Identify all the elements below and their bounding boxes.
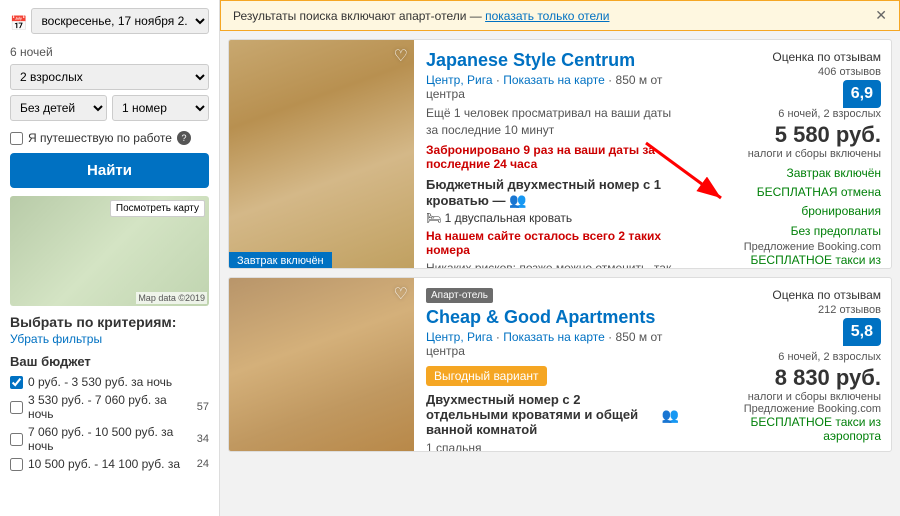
children-select[interactable]: Без детей (10, 95, 107, 121)
hotel-image-2: ♡ (229, 278, 414, 452)
room-type-1: Бюджетный двухместный номер с 1 кроватью… (426, 177, 679, 209)
banner-text: Результаты поиска включают апарт-отели —… (233, 9, 609, 23)
adults-select[interactable]: 2 взрослых (10, 64, 209, 90)
budget-checkbox-2[interactable] (10, 401, 23, 414)
room-type-2: Двухместный номер с 2 отдельными кроватя… (426, 392, 658, 437)
price-note-1: налоги и сборы включены (699, 148, 881, 160)
rating-box-1: Оценка по отзывам 406 отзывов 6,9 (772, 50, 881, 108)
hotel-card-2: ♡ Апарт-отель Cheap & Good Apartments Це… (228, 277, 892, 452)
perk-breakfast: Завтрак включён (699, 164, 881, 183)
children-rooms-row: Без детей 1 номер (10, 95, 209, 126)
budget-label-3: 7 060 руб. - 10 500 руб. за ночь (28, 425, 192, 453)
work-travel-checkbox[interactable] (10, 132, 23, 145)
map-view-button[interactable]: Посмотреть карту (110, 200, 205, 217)
date-row: 📅 воскресенье, 17 ноября 2... (10, 8, 209, 39)
room-details-2: 1 спальня 2 односпальные кровати 15 м² (426, 441, 679, 452)
hotel-location-1: Центр, Рига · Показать на карте · 850 м … (426, 73, 679, 101)
find-button[interactable]: Найти (10, 153, 209, 188)
top-banner: Результаты поиска включают апарт-отели —… (220, 0, 900, 31)
budget-count-3: 34 (197, 433, 209, 445)
rating-score-2: 5,8 (843, 318, 881, 346)
map-data-label: Map data ©2019 (136, 292, 207, 304)
hotel-image-1: ♡ Завтрак включён (229, 40, 414, 269)
budget-title: Ваш бюджет (10, 354, 209, 369)
hotel-name-1[interactable]: Japanese Style Centrum (426, 50, 679, 71)
wishlist-icon-1[interactable]: ♡ (394, 46, 408, 66)
price-note-2: налоги и сборы включены (699, 391, 881, 403)
free-taxi-1: БЕСПЛАТНОЕ такси из аэропорта (699, 253, 881, 269)
budget-checkbox-3[interactable] (10, 433, 23, 446)
perk-prepay: Без предоплаты (699, 222, 881, 241)
show-map-link-1[interactable]: Показать на карте (503, 73, 605, 87)
rating-box-2: Оценка по отзывам 212 отзывов 5,8 (772, 288, 881, 346)
hotel-desc-1: Ещё 1 человек просматривал на ваши даты … (426, 105, 679, 139)
wishlist-icon-2[interactable]: ♡ (394, 284, 408, 304)
free-taxi-2: БЕСПЛАТНОЕ такси из аэропорта (699, 415, 881, 443)
room-remaining-1: На нашем сайте осталось всего 2 таких но… (426, 229, 679, 257)
banner-link[interactable]: показать только отели (485, 9, 609, 23)
budget-item-2: 3 530 руб. - 7 060 руб. за ночь 57 (10, 393, 209, 421)
sidebar: 📅 воскресенье, 17 ноября 2... 6 ночей 2 … (0, 0, 220, 516)
hotel-card-1: ♡ Завтрак включён Japanese Style Centrum… (228, 39, 892, 269)
apart-badge-2: Апарт-отель (426, 288, 493, 303)
budget-item-1: 0 руб. - 3 530 руб. за ночь (10, 375, 209, 389)
deal-badge-2: Выгодный вариант (426, 366, 547, 386)
rating-label-1: Оценка по отзывам (772, 50, 881, 64)
hotel-alert-1: Забронировано 9 раз на ваши даты за посл… (426, 143, 679, 171)
nights-label: 6 ночей (10, 45, 209, 59)
banner-close-icon[interactable]: ✕ (875, 7, 887, 24)
budget-label-1: 0 руб. - 3 530 руб. за ночь (28, 375, 172, 389)
bed-type-1: 🛏 1 двуспальная кровать (426, 211, 679, 225)
hotel-price-col-1: Оценка по отзывам 406 отзывов 6,9 6 ноче… (691, 40, 891, 268)
rooms-select[interactable]: 1 номер (112, 95, 209, 121)
perks-1: Завтрак включён БЕСПЛАТНАЯ отмена бронир… (699, 164, 881, 241)
location-link-2[interactable]: Центр, Рига (426, 330, 493, 344)
booking-offer-2: Предложение Booking.com (699, 403, 881, 415)
budget-count-2: 57 (197, 401, 209, 413)
show-map-link-2[interactable]: Показать на карте (503, 330, 605, 344)
hotel-info-2: Апарт-отель Cheap & Good Apartments Цент… (414, 278, 691, 451)
work-travel-row: Я путешествую по работе ? (10, 131, 209, 145)
rating-count-1: 406 отзывов (818, 66, 881, 78)
hotel-title-row-2: Апарт-отель Cheap & Good Apartments (426, 288, 679, 330)
booking-offer-1: Предложение Booking.com (699, 241, 881, 253)
budget-label-4: 10 500 руб. - 14 100 руб. за (28, 457, 180, 471)
budget-label-2: 3 530 руб. - 7 060 руб. за ночь (28, 393, 192, 421)
work-travel-label: Я путешествую по работе (28, 131, 172, 145)
rating-label-2: Оценка по отзывам (772, 288, 881, 302)
bed-count-2: 1 спальня (426, 441, 679, 452)
budget-item-3: 7 060 руб. - 10 500 руб. за ночь 34 (10, 425, 209, 453)
rating-score-1: 6,9 (843, 80, 881, 108)
price-section-1: 6 ночей, 2 взрослых 5 580 руб. налоги и … (699, 108, 881, 269)
hotel-price-col-2: Оценка по отзывам 212 отзывов 5,8 6 ноче… (691, 278, 891, 451)
budget-count-4: 24 (197, 458, 209, 470)
rating-count-2: 212 отзывов (818, 304, 881, 316)
hotel-name-2[interactable]: Cheap & Good Apartments (426, 307, 655, 328)
bed-icon-1: 🛏 (426, 211, 441, 225)
hotel-location-2: Центр, Рига · Показать на карте · 850 м … (426, 330, 679, 358)
price-2: 8 830 руб. (699, 365, 881, 391)
breakfast-badge-1: Завтрак включён (229, 252, 332, 269)
guests-icon-2: 👥 (662, 407, 679, 424)
budget-item-4: 10 500 руб. - 14 100 руб. за 24 (10, 457, 209, 471)
location-link-1[interactable]: Центр, Рига (426, 73, 493, 87)
hotel-info-1: Japanese Style Centrum Центр, Рига · Пок… (414, 40, 691, 268)
budget-checkbox-1[interactable] (10, 376, 23, 389)
room-name-row-2: Двухместный номер с 2 отдельными кроватя… (426, 392, 679, 439)
main-content: Результаты поиска включают апарт-отели —… (220, 0, 900, 516)
map-box: Посмотреть карту Map data ©2019 (10, 196, 209, 306)
price-1: 5 580 руб. (699, 122, 881, 148)
filter-clear-link[interactable]: Убрать фильтры (10, 332, 209, 346)
nights-info-1: 6 ночей, 2 взрослых (699, 108, 881, 120)
no-risk-1: Никаких рисков: позже можно отменить, та… (426, 260, 679, 269)
nights-info-2: 6 ночей, 2 взрослых (699, 351, 881, 363)
date-select[interactable]: воскресенье, 17 ноября 2... (31, 8, 209, 34)
perk-cancel: БЕСПЛАТНАЯ отмена бронирования (699, 183, 881, 221)
calendar-icon: 📅 (10, 15, 27, 32)
price-section-2: 6 ночей, 2 взрослых 8 830 руб. налоги и … (699, 351, 881, 443)
filter-title: Выбрать по критериям: (10, 314, 209, 330)
budget-checkbox-4[interactable] (10, 458, 23, 471)
guests-icon-1: 👥 (509, 192, 526, 208)
help-icon[interactable]: ? (177, 131, 191, 145)
